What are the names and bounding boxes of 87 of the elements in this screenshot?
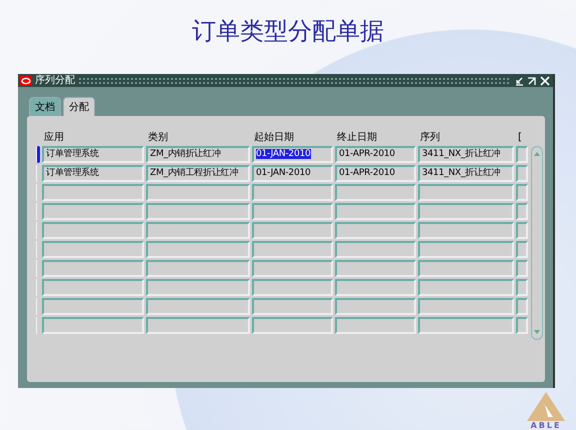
- scrollbar[interactable]: [531, 146, 543, 340]
- table-cell[interactable]: [516, 184, 528, 201]
- column-header: 终止日期: [336, 132, 378, 144]
- table-cell[interactable]: [418, 203, 514, 220]
- table-cell[interactable]: [335, 317, 416, 334]
- table-cell[interactable]: [418, 317, 514, 334]
- table-cell[interactable]: [516, 222, 528, 239]
- table-cell[interactable]: [42, 222, 144, 239]
- table-cell[interactable]: 订单管理系统: [42, 165, 144, 182]
- row-marker[interactable]: [36, 165, 40, 182]
- table-cell[interactable]: [418, 298, 514, 315]
- table-cell[interactable]: [418, 184, 514, 201]
- table-cell[interactable]: [146, 298, 250, 315]
- column-header: 起始日期: [253, 132, 295, 144]
- table-cell[interactable]: [418, 241, 514, 258]
- row-marker[interactable]: [36, 203, 40, 220]
- row-marker[interactable]: [36, 241, 40, 258]
- tab[interactable]: 分配: [63, 97, 95, 116]
- column-header: [: [517, 132, 523, 144]
- table-cell[interactable]: [252, 317, 333, 334]
- column-header: 序列: [419, 132, 441, 144]
- table-cell[interactable]: 01-JAN-2010: [252, 146, 333, 163]
- table-cell[interactable]: [335, 203, 416, 220]
- table-cell[interactable]: [146, 279, 250, 296]
- table-cell[interactable]: [335, 241, 416, 258]
- table-cell[interactable]: ZM_内销折让红冲: [146, 146, 250, 163]
- table-cell[interactable]: [418, 279, 514, 296]
- table-cell[interactable]: [42, 241, 144, 258]
- table-cell[interactable]: [42, 298, 144, 315]
- column-header: 类别: [147, 132, 169, 144]
- table-cell[interactable]: [252, 260, 333, 277]
- row-marker[interactable]: [36, 184, 40, 201]
- table-cell[interactable]: [252, 241, 333, 258]
- table-cell[interactable]: 01-APR-2010: [335, 165, 416, 182]
- slide-title: 订单类型分配单据: [192, 16, 384, 46]
- minimize-icon[interactable]: [514, 76, 524, 86]
- row-marker[interactable]: [36, 317, 40, 334]
- table-cell[interactable]: [146, 260, 250, 277]
- table-cell[interactable]: [516, 165, 528, 182]
- table-cell[interactable]: [516, 146, 528, 163]
- table-cell[interactable]: 3411_NX_折让红冲: [418, 165, 514, 182]
- table-cell[interactable]: [42, 260, 144, 277]
- table-cell[interactable]: [42, 184, 144, 201]
- table-cell[interactable]: [252, 203, 333, 220]
- table-cell[interactable]: [146, 184, 250, 201]
- row-marker[interactable]: [36, 298, 40, 315]
- table-cell[interactable]: 3411_NX_折让红冲: [418, 146, 514, 163]
- table-cell[interactable]: [252, 298, 333, 315]
- column-header: 应用: [43, 132, 65, 144]
- table-cell[interactable]: ZM_内销工程折让红冲: [146, 165, 250, 182]
- window-title: 序列分配: [35, 74, 75, 86]
- row-marker[interactable]: [36, 260, 40, 277]
- pyramid-logo-icon: [526, 391, 566, 421]
- close-icon[interactable]: [540, 76, 550, 86]
- tab[interactable]: 文档: [29, 97, 61, 116]
- table-cell[interactable]: [516, 241, 528, 258]
- maximize-icon[interactable]: [527, 76, 537, 86]
- table-cell[interactable]: [146, 317, 250, 334]
- table-cell[interactable]: [516, 203, 528, 220]
- table-cell[interactable]: [146, 241, 250, 258]
- table-cell[interactable]: 01-APR-2010: [335, 146, 416, 163]
- table-cell[interactable]: [252, 279, 333, 296]
- oracle-icon: [20, 76, 32, 86]
- table-cell[interactable]: 01-JAN-2010: [252, 165, 333, 182]
- table-cell[interactable]: [42, 203, 144, 220]
- table-cell[interactable]: [516, 298, 528, 315]
- table-cell[interactable]: [418, 222, 514, 239]
- table-cell[interactable]: [335, 260, 416, 277]
- table-cell[interactable]: [146, 222, 250, 239]
- table-cell[interactable]: [516, 317, 528, 334]
- table-cell[interactable]: [42, 279, 144, 296]
- table-cell[interactable]: [146, 203, 250, 220]
- table-cell[interactable]: [42, 317, 144, 334]
- row-marker[interactable]: [36, 146, 40, 163]
- table-cell[interactable]: [335, 298, 416, 315]
- table-cell[interactable]: [516, 279, 528, 296]
- table-cell[interactable]: [418, 260, 514, 277]
- logo-text: ABLE: [530, 421, 562, 430]
- row-marker[interactable]: [36, 222, 40, 239]
- table-cell[interactable]: [516, 260, 528, 277]
- table-cell[interactable]: [335, 184, 416, 201]
- row-marker[interactable]: [36, 279, 40, 296]
- table-cell[interactable]: [335, 222, 416, 239]
- table-cell[interactable]: 订单管理系统: [42, 146, 144, 163]
- table-cell[interactable]: [252, 222, 333, 239]
- table-cell[interactable]: [252, 184, 333, 201]
- table-cell[interactable]: [335, 279, 416, 296]
